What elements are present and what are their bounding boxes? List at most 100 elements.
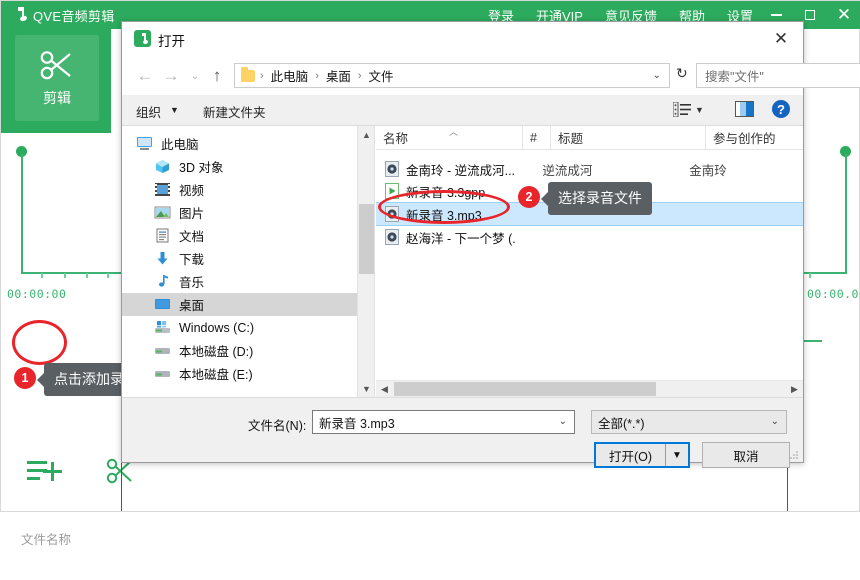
app-sidebar: 剪辑 — [1, 29, 111, 133]
left-track[interactable] — [1, 133, 121, 283]
tree-item-pictures[interactable]: 图片 — [122, 201, 357, 224]
file-name-text: 赵海洋 - 下一个梦 (... — [406, 231, 516, 246]
search-box[interactable]: 搜索"文件" — [696, 63, 860, 88]
add-file-icon[interactable] — [25, 455, 67, 489]
step-badge-1: 1 — [14, 367, 36, 389]
tree-item-3d-objects[interactable]: 3D 对象 — [122, 155, 357, 178]
scroll-right-button[interactable]: ▶ — [786, 381, 803, 397]
search-input[interactable]: 搜索"文件" — [705, 66, 764, 85]
scroll-thumb[interactable] — [359, 204, 374, 274]
preview-pane-icon[interactable] — [735, 101, 754, 117]
sidebar-item-clip[interactable]: 剪辑 — [15, 35, 99, 121]
3d-objects-icon — [156, 160, 169, 173]
left-track-tick — [107, 273, 109, 278]
right-track-tick — [809, 273, 811, 278]
new-folder-button[interactable]: 新建文件夹 — [203, 102, 266, 121]
file-name-cell: 金南玲 - 逆流成河.... — [376, 160, 516, 179]
tree-item-desktop[interactable]: 桌面 — [122, 293, 357, 316]
up-button[interactable]: ↑ — [206, 65, 228, 87]
breadcrumb-item-files[interactable]: 文件 — [367, 66, 396, 85]
dialog-close-button[interactable]: ✕ — [765, 26, 797, 51]
dialog-titlebar: 打开 ✕ — [122, 22, 803, 55]
windows-drive-icon — [155, 321, 170, 333]
file-name-text: 金南玲 - 逆流成河.... — [406, 163, 516, 178]
help-icon[interactable]: ? — [772, 100, 790, 118]
filename-input[interactable]: 新录音 3.mp3 ⌄ — [312, 410, 575, 434]
tree-item-label: 本地磁盘 (D:) — [179, 345, 254, 359]
view-options-caret-icon[interactable]: ▼ — [695, 105, 704, 115]
column-header-artist[interactable]: 参与创作的 — [706, 126, 805, 149]
scroll-down-button[interactable]: ▼ — [358, 380, 375, 397]
tree-item-label: 此电脑 — [161, 138, 199, 152]
column-label: 参与创作的 — [713, 132, 776, 146]
downloads-icon — [157, 252, 168, 265]
music-note-icon — [134, 30, 151, 47]
column-header-number[interactable]: # — [523, 126, 551, 149]
hscroll-thumb[interactable] — [394, 382, 656, 396]
this-pc-icon — [137, 137, 152, 150]
list-view-icon[interactable] — [673, 102, 691, 117]
open-button[interactable]: 打开(O) ▼ — [594, 442, 690, 468]
breadcrumb-sep: › — [315, 69, 319, 82]
column-header-title[interactable]: 标题 — [551, 126, 706, 149]
tree-item-label: 视频 — [179, 184, 205, 198]
refresh-button[interactable]: ↻ — [676, 65, 688, 82]
tree-item-windows-c[interactable]: Windows (C:) — [122, 316, 357, 339]
breadcrumb-item-this-pc[interactable]: 此电脑 — [269, 66, 311, 85]
organize-button[interactable]: 组织 — [136, 102, 161, 121]
file-name-cell: 赵海洋 - 下一个梦 (... — [376, 228, 516, 247]
dialog-footer: 文件名(N): 新录音 3.mp3 ⌄ 全部(*.*) ⌄ 打开(O) ▼ 取消 — [122, 398, 803, 468]
tree-item-documents[interactable]: 文档 — [122, 224, 357, 247]
tree-item-label: 音乐 — [179, 276, 205, 290]
drive-icon — [155, 348, 170, 354]
folder-icon — [241, 66, 255, 82]
recent-locations-button[interactable]: ⌄ — [184, 65, 206, 87]
close-button[interactable]: ✕ — [827, 1, 860, 29]
column-header-name[interactable]: ︿ 名称 — [376, 126, 523, 149]
annotation-circle-selected-file — [378, 190, 510, 224]
chevron-down-icon[interactable]: ⌄ — [653, 70, 661, 81]
callout-2-arrow — [541, 191, 548, 206]
dialog-toolbar: 组织 ▼ 新建文件夹 ▼ ? — [122, 95, 803, 126]
open-button-dropdown[interactable]: ▼ — [665, 444, 688, 466]
back-button[interactable]: ← — [134, 65, 156, 87]
file-type-filter[interactable]: 全部(*.*) ⌄ — [591, 410, 787, 434]
resize-grip-icon[interactable] — [790, 450, 799, 459]
sidebar-item-label: 剪辑 — [43, 90, 71, 106]
scroll-left-button[interactable]: ◀ — [376, 381, 393, 397]
dialog-navbar: ← → ⌄ ↑ › 此电脑 › 桌面 › 文件 ⌄ ↻ 搜索"文件" — [122, 55, 860, 95]
tree-item-downloads[interactable]: 下载 — [122, 247, 357, 270]
file-row-0[interactable]: 金南玲 - 逆流成河.... 逆流成河 金南玲 — [376, 158, 803, 180]
file-list-hscrollbar[interactable]: ◀ ▶ — [376, 380, 803, 397]
mp3-file-icon — [385, 229, 399, 245]
mp3-file-icon — [385, 161, 399, 177]
tree-item-local-disk-d[interactable]: 本地磁盘 (D:) — [122, 339, 357, 362]
tree-item-videos[interactable]: 视频 — [122, 178, 357, 201]
right-track-playhead — [845, 154, 847, 272]
organize-caret-icon[interactable]: ▼ — [170, 105, 179, 115]
left-track-playhead — [21, 154, 23, 272]
left-track-tick — [41, 273, 43, 278]
desktop-icon — [155, 299, 170, 309]
cancel-button[interactable]: 取消 — [702, 442, 790, 468]
videos-icon — [155, 183, 170, 196]
chevron-down-icon[interactable]: ⌄ — [559, 416, 567, 427]
breadcrumb-item-desktop[interactable]: 桌面 — [324, 66, 353, 85]
forward-button[interactable]: → — [160, 65, 182, 87]
pictures-icon — [154, 206, 171, 219]
tree-item-music[interactable]: 音乐 — [122, 270, 357, 293]
music-note-icon — [11, 6, 28, 24]
scroll-up-button[interactable]: ▲ — [358, 126, 375, 143]
left-time-display: 00:00:00 — [7, 287, 67, 301]
chevron-down-icon[interactable]: ⌄ — [771, 416, 779, 427]
breadcrumb-sep: › — [260, 69, 264, 82]
tree-item-label: 图片 — [179, 207, 205, 221]
breadcrumb-sep: › — [357, 69, 362, 82]
tree-scrollbar[interactable]: ▲ ▼ — [358, 126, 375, 397]
file-row-3[interactable]: 赵海洋 - 下一个梦 (... — [376, 226, 803, 248]
tree-item-this-pc[interactable]: 此电脑 — [122, 132, 357, 155]
file-title-cell: 逆流成河 — [542, 163, 593, 178]
tree-item-local-disk-e[interactable]: 本地磁盘 (E:) — [122, 362, 357, 385]
tree-item-label: 本地磁盘 (E:) — [179, 368, 253, 382]
breadcrumb[interactable]: › 此电脑 › 桌面 › 文件 ⌄ — [234, 63, 670, 88]
